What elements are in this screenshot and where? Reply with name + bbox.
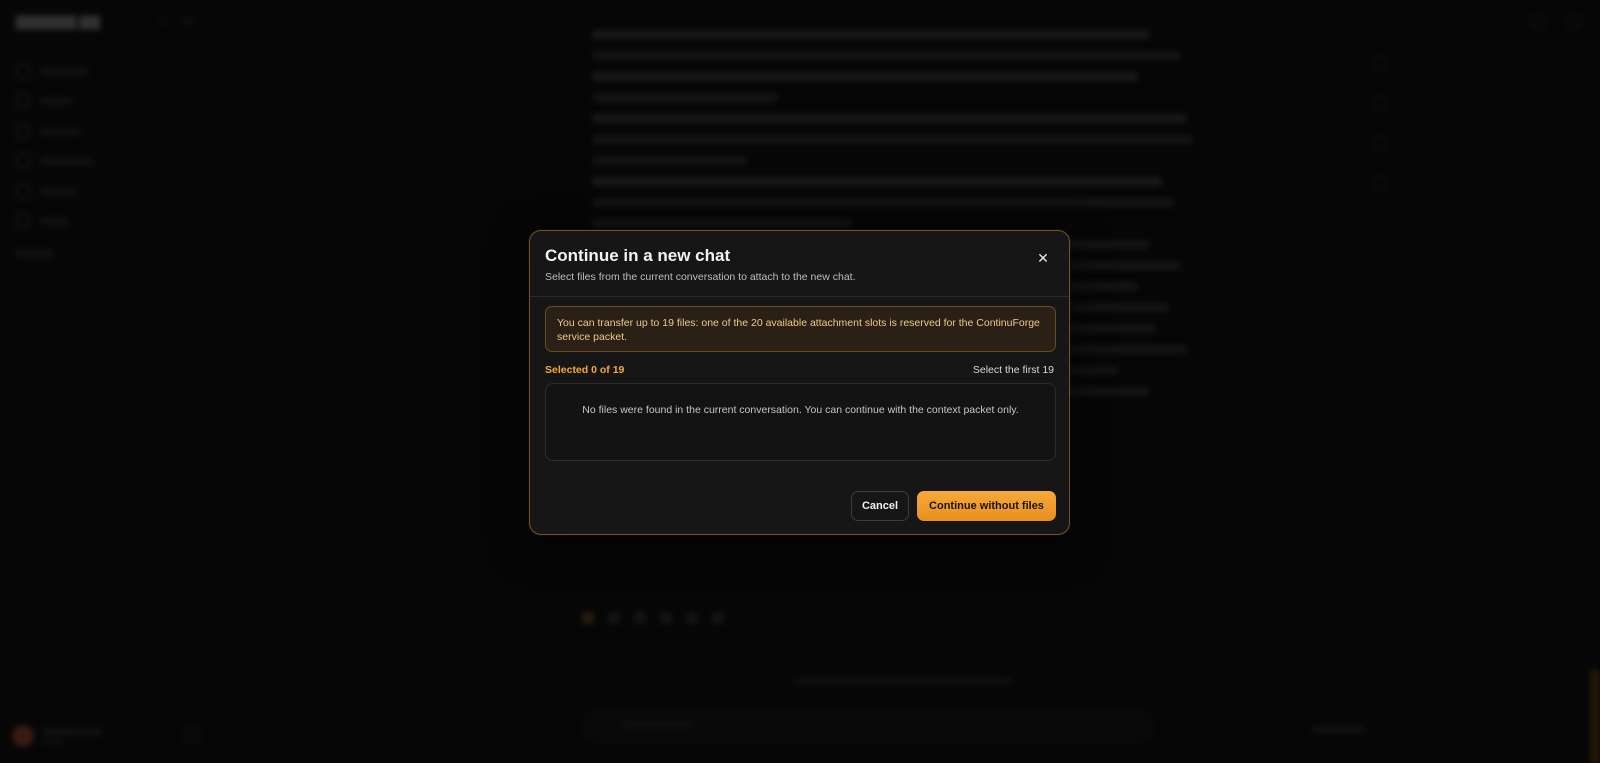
empty-state-message: No files were found in the current conve… (582, 404, 1019, 416)
file-list: No files were found in the current conve… (545, 383, 1056, 461)
dialog-header: Continue in a new chat Select files from… (530, 231, 1069, 297)
select-first-button[interactable]: Select the first 19 (973, 362, 1054, 378)
dialog-title: Continue in a new chat (545, 246, 731, 265)
dialog-subtitle: Select files from the current conversati… (545, 271, 856, 283)
close-icon[interactable]: ✕ (1031, 247, 1055, 271)
transfer-limit-notice: You can transfer up to 19 files: one of … (545, 306, 1056, 352)
continue-new-chat-dialog: Continue in a new chat Select files from… (529, 230, 1070, 535)
continue-without-files-button[interactable]: Continue without files (917, 491, 1056, 521)
selected-count: Selected 0 of 19 (545, 364, 625, 376)
cancel-button[interactable]: Cancel (851, 491, 909, 521)
